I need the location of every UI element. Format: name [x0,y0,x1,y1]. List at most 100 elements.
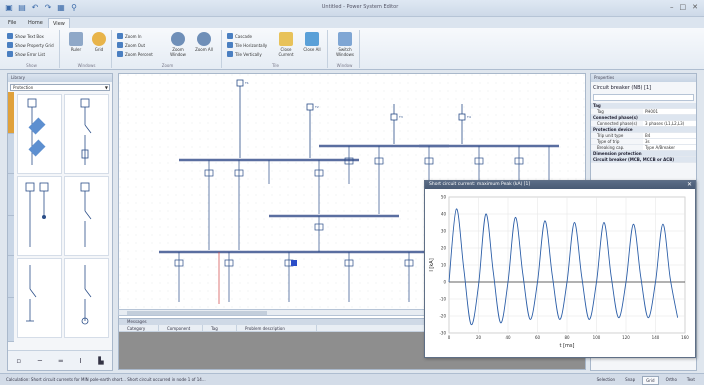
show-text-box-button[interactable]: Show Text Box [7,33,44,39]
column-category[interactable]: Category [119,325,159,331]
chart-window-titlebar[interactable]: Short circuit current: maximum Peak (kA)… [425,181,695,189]
short-circuit-chart-window[interactable]: Short circuit current: maximum Peak (kA)… [424,180,696,358]
close-icon[interactable]: ✕ [692,3,698,11]
property-value[interactable]: B4 [643,133,696,138]
vtab-sources[interactable] [8,174,14,216]
status-text-toggle[interactable]: Text [684,376,698,385]
y-tick-label: 30 [441,229,447,234]
zoom-percent-button[interactable]: Zoom Percent [117,51,153,57]
zoom-window-button[interactable]: Zoom Window [166,32,190,57]
switch-windows-icon [338,32,352,46]
ribbon-group-label: Zoom [161,63,174,68]
x-axis-label: t [ms] [560,343,575,349]
tab-view[interactable]: View [48,18,70,28]
zoom-in-icon [117,33,123,39]
vtab-protection[interactable] [8,92,14,134]
library-vertical-tabs [8,92,14,342]
tile-vertical-button[interactable]: Tile Vertically [227,51,262,57]
pan-icon[interactable]: ▙ [98,357,103,365]
zoom-icon[interactable]: ⚲ [69,3,79,12]
properties-search-input[interactable] [593,94,694,101]
symbol-tile[interactable] [64,176,109,256]
ribbon-group-label: Tile [271,63,279,68]
library-symbol-grid [17,94,111,338]
tile-horizontal-button[interactable]: Tile Horizontally [227,42,267,48]
undo-icon[interactable]: ↶ [30,3,40,12]
x-tick-label: 100 [593,335,601,340]
symbol-tile[interactable] [17,94,62,174]
vtab-loads[interactable] [8,298,14,342]
property-key: Tag [597,109,604,114]
property-value[interactable]: PH001 [643,109,696,114]
property-value[interactable]: Type A/Breaker [643,145,696,150]
ribbon-group-tile: Cascade Tile Horizontally Tile Verticall… [224,30,328,68]
ribbon: Show Text Box Show Property Grid Show Er… [0,28,704,70]
show-property-grid-button[interactable]: Show Property Grid [7,42,54,48]
column-problem[interactable]: Problem description [237,325,317,331]
tab-home[interactable]: Home [24,18,47,28]
symbol-tile[interactable] [64,94,109,174]
bus-icon[interactable]: ═ [59,357,63,365]
switch-windows-button[interactable]: Switch Windows [333,32,357,57]
property-value[interactable]: 3 phases (L1,L2,L3) [643,121,696,126]
zoom-all-button[interactable]: Zoom All [192,32,216,52]
close-icon[interactable]: ✕ [687,181,692,189]
ribbon-group-label: Show [26,63,37,68]
y-tick-label: -10 [439,297,446,302]
y-tick-label: 40 [441,212,447,217]
ruler-icon [69,32,83,46]
show-error-list-button[interactable]: Show Error List [7,51,45,57]
chevron-down-icon: ▼ [104,85,108,90]
vtab-measuring[interactable] [8,134,14,174]
status-grid-toggle[interactable]: Grid [642,376,659,385]
symbol-tile[interactable] [64,258,109,338]
save-icon[interactable]: ▤ [17,3,27,12]
textbox-icon [7,33,13,39]
library-selected-category: Protection [13,85,34,90]
property-key: Trip unit type [597,133,624,138]
contactor-symbol-icon [26,265,37,322]
line-icon[interactable]: ─ [38,357,42,365]
symbol-tile[interactable] [17,176,62,256]
svg-text:T1: T1 [244,81,249,85]
status-selection-toggle[interactable]: Selection [594,376,618,385]
text-icon[interactable]: Ⅰ [79,357,81,365]
close-all-button[interactable]: Close All [300,32,324,52]
vtab-busbars[interactable] [8,216,14,256]
property-value[interactable]: 3s [643,139,696,144]
y-tick-label: 20 [441,246,447,251]
select-icon[interactable]: ▫ [16,357,21,365]
grid-button[interactable]: Grid [87,32,111,52]
column-component[interactable]: Component [159,325,203,331]
property-category[interactable]: Circuit breaker (MCB, MCCB or ACB) [591,157,696,163]
cascade-button[interactable]: Cascade [227,33,252,39]
magnifier-icon [171,32,185,46]
print-icon[interactable]: ▦ [56,3,66,12]
scrollbar-thumb[interactable] [127,311,267,315]
ruler-button[interactable]: Ruler [64,32,88,52]
ribbon-group-windows: Ruler Grid Windows [62,30,112,68]
symbol-tile[interactable] [17,258,62,338]
library-title: Library [8,74,112,82]
tab-file[interactable]: File [4,18,20,28]
cascade-icon [227,33,233,39]
zoom-out-button[interactable]: Zoom Out [117,42,145,48]
minimize-icon[interactable]: – [670,3,674,11]
vtab-lines[interactable] [8,256,14,298]
close-current-button[interactable]: Close Current [274,32,298,57]
status-ortho-toggle[interactable]: Ortho [663,376,680,385]
app-icon[interactable]: ▣ [4,3,14,12]
redo-icon[interactable]: ↷ [43,3,53,12]
status-snap-toggle[interactable]: Snap [622,376,638,385]
zoom-in-button[interactable]: Zoom In [117,33,142,39]
switch-symbol-icon [80,98,92,165]
grid-icon [92,32,106,46]
x-tick-label: 40 [505,335,511,340]
svg-text:T4: T4 [466,115,471,119]
column-tag[interactable]: Tag [203,325,237,331]
maximize-icon[interactable]: □ [680,3,687,11]
short-circuit-current-chart: 0 20 40 60 80 100 120 140 160 -30 -20 -10 0 10 20 30 40 5… [429,195,689,350]
magnifier-icon [197,32,211,46]
library-category-select[interactable]: Protection ▼ [10,84,110,91]
svg-text:T2: T2 [314,105,319,109]
